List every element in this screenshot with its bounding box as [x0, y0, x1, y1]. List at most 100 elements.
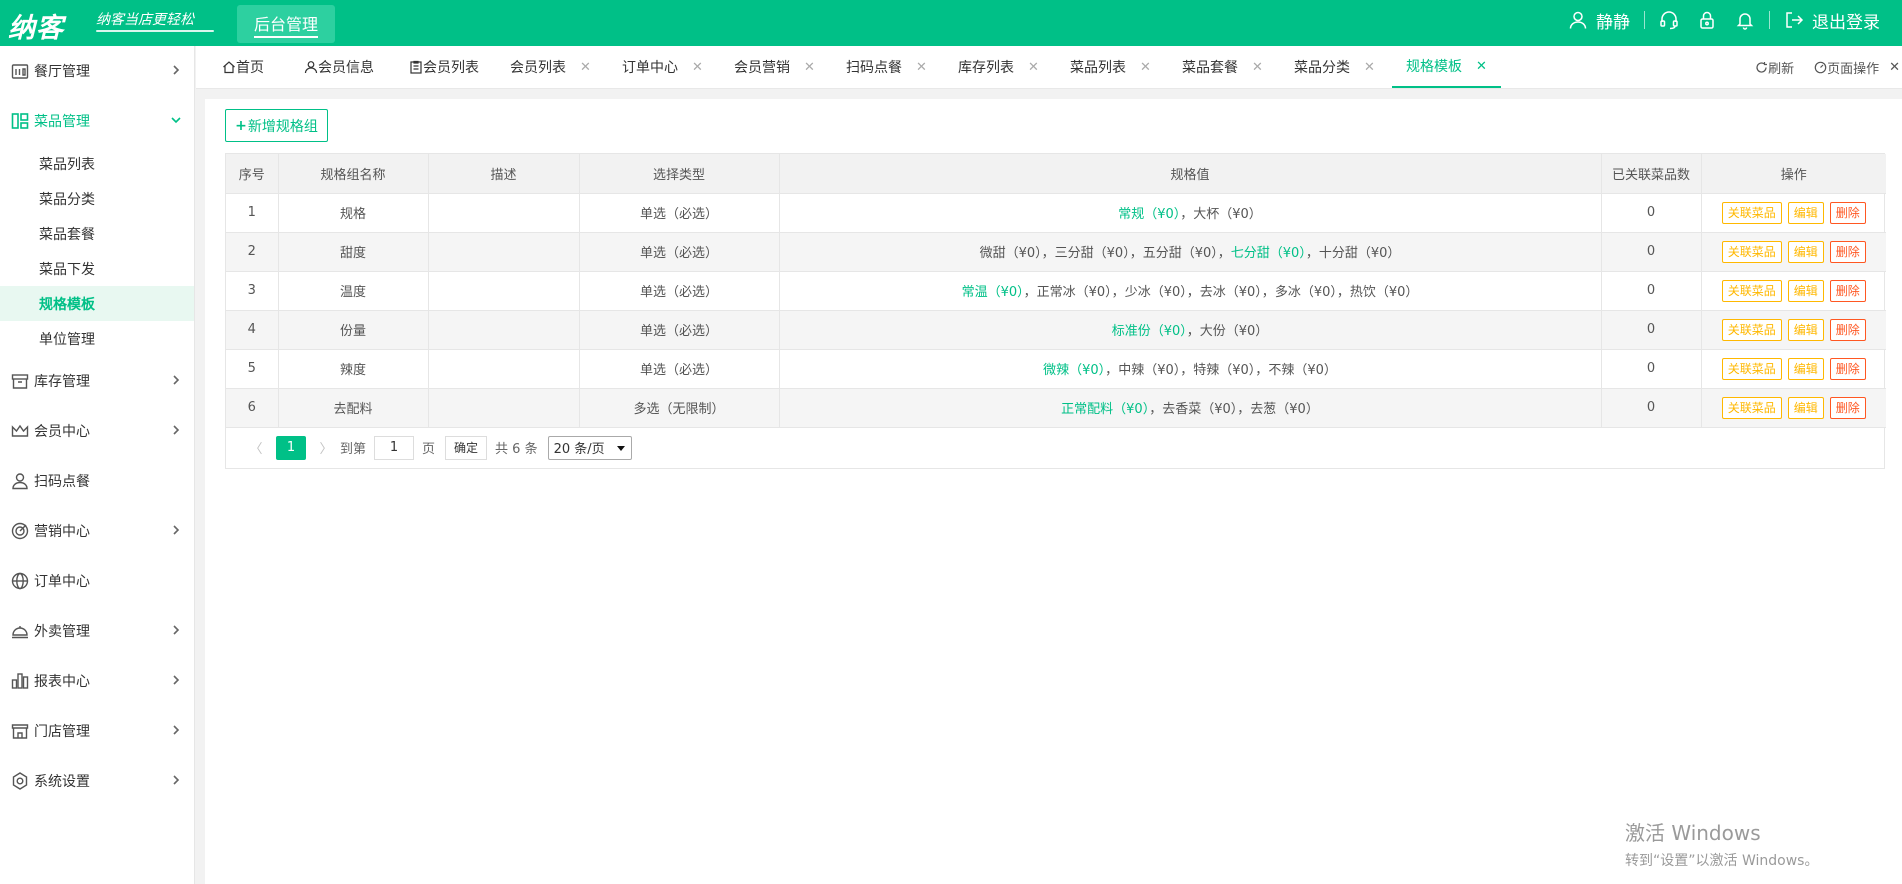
delete-button[interactable]: 删除: [1829, 279, 1866, 302]
target-icon: [10, 521, 30, 541]
delete-button[interactable]: 删除: [1829, 357, 1866, 380]
cell-no: 4: [226, 310, 279, 350]
module-tab-admin[interactable]: 后台管理: [237, 5, 335, 43]
edit-button[interactable]: 编辑: [1787, 201, 1824, 224]
cell-name: 去配料: [278, 388, 429, 428]
delete-button[interactable]: 删除: [1829, 240, 1866, 263]
page-ops-button[interactable]: 页面操作: [1814, 58, 1879, 77]
sidebar-item-label: 菜品管理: [34, 114, 90, 130]
spec-value-default: 常规（¥0）: [1118, 207, 1181, 222]
close-icon[interactable]: ✕: [580, 60, 591, 75]
brand-logo[interactable]: 纳客: [8, 6, 64, 45]
tab-dish-list[interactable]: 菜品列表 ✕: [1070, 46, 1151, 88]
close-icon[interactable]: ✕: [1252, 60, 1263, 75]
sidebar-item-dishes[interactable]: 菜品管理: [0, 96, 194, 146]
cell-linked-count: 0: [1601, 232, 1702, 272]
delete-button[interactable]: 删除: [1829, 201, 1866, 224]
sidebar-subitem-spec-template[interactable]: 规格模板: [0, 286, 194, 321]
close-icon[interactable]: ✕: [1476, 59, 1487, 74]
cell-name: 份量: [278, 310, 429, 350]
value-separator: ，: [1336, 285, 1350, 300]
close-icon[interactable]: ✕: [1140, 60, 1151, 75]
link-dishes-button[interactable]: 关联菜品: [1721, 396, 1782, 419]
tab-member-list-2[interactable]: 会员列表 ✕: [510, 46, 591, 88]
sidebar-item-marketing[interactable]: 营销中心: [0, 506, 194, 556]
tab-dish-combo[interactable]: 菜品套餐 ✕: [1182, 46, 1263, 88]
sidebar-subitem-dish-distribute[interactable]: 菜品下发: [0, 251, 194, 286]
tab-member-marketing[interactable]: 会员营销 ✕: [734, 46, 815, 88]
watermark-subtitle: 转到“设置”以激活 Windows。: [1625, 853, 1819, 869]
tab-dish-category[interactable]: 菜品分类 ✕: [1294, 46, 1375, 88]
link-dishes-button[interactable]: 关联菜品: [1721, 357, 1782, 380]
tab-label: 会员营销: [734, 60, 790, 76]
sidebar-item-members[interactable]: 会员中心: [0, 406, 194, 456]
edit-button[interactable]: 编辑: [1787, 318, 1824, 341]
prev-page-icon[interactable]: 〈: [242, 438, 270, 457]
spec-value: 大杯（¥0）: [1193, 207, 1262, 222]
close-icon[interactable]: ✕: [1028, 60, 1039, 75]
tab-label: 库存列表: [958, 60, 1014, 76]
tab-home[interactable]: 首页: [222, 46, 264, 88]
logout-button[interactable]: 退出登录: [1784, 8, 1880, 33]
sidebar-item-settings[interactable]: 系统设置: [0, 756, 194, 806]
link-dishes-button[interactable]: 关联菜品: [1721, 279, 1782, 302]
delete-button[interactable]: 删除: [1829, 396, 1866, 419]
page-size-select[interactable]: 20 条/页: [547, 435, 632, 460]
tab-order-center[interactable]: 订单中心 ✕: [622, 46, 703, 88]
tab-spec-template[interactable]: 规格模板 ✕: [1392, 46, 1501, 88]
cell-type: 多选（无限制）: [579, 388, 780, 428]
add-spec-group-button[interactable]: + 新增规格组: [225, 109, 328, 142]
goto-confirm-button[interactable]: 确定: [445, 435, 488, 460]
link-dishes-button[interactable]: 关联菜品: [1721, 318, 1782, 341]
refresh-button[interactable]: 刷新: [1755, 58, 1794, 77]
cell-linked-count: 0: [1601, 388, 1702, 428]
sidebar-item-delivery[interactable]: 外卖管理: [0, 606, 194, 656]
close-icon[interactable]: ✕: [804, 60, 815, 75]
edit-button[interactable]: 编辑: [1787, 357, 1824, 380]
headset-icon[interactable]: [1659, 10, 1679, 30]
cell-spec-values: 常规（¥0），大杯（¥0）: [779, 193, 1602, 233]
top-right-toolbar: 静静 退出登录: [1568, 0, 1880, 40]
table-header-row: 序号 规格组名称 描述 选择类型 规格值 已关联菜品数 操作: [226, 154, 1886, 194]
sidebar-subitem-dish-combo[interactable]: 菜品套餐: [0, 216, 194, 251]
tab-label: 会员列表: [423, 60, 479, 76]
edit-button[interactable]: 编辑: [1787, 396, 1824, 419]
tab-inventory-list[interactable]: 库存列表 ✕: [958, 46, 1039, 88]
bell-icon[interactable]: [1735, 10, 1755, 30]
sidebar-subitem-dish-list[interactable]: 菜品列表: [0, 146, 194, 181]
col-header-count: 已关联菜品数: [1601, 154, 1702, 194]
tab-member-info[interactable]: 会员信息: [304, 46, 374, 88]
goto-page-input[interactable]: 1: [374, 435, 415, 460]
edit-button[interactable]: 编辑: [1787, 279, 1824, 302]
sidebar-item-reports[interactable]: 报表中心: [0, 656, 194, 706]
sidebar-subitem-dish-category[interactable]: 菜品分类: [0, 181, 194, 216]
table-row: 6 去配料 多选（无限制） 正常配料（¥0），去香菜（¥0），去葱（¥0） 0 关联菜品编…: [226, 388, 1886, 428]
cell-actions: 关联菜品 编辑 删除: [1701, 349, 1886, 389]
sidebar-subitem-unit[interactable]: 单位管理: [0, 321, 194, 356]
edit-button[interactable]: 编辑: [1787, 240, 1824, 263]
close-icon[interactable]: ✕: [1364, 60, 1375, 75]
sidebar-item-orders[interactable]: 订单中心: [0, 556, 194, 606]
tab-scan-order[interactable]: 扫码点餐 ✕: [846, 46, 927, 88]
next-page-icon[interactable]: 〉: [312, 438, 340, 457]
tab-tools: 刷新 页面操作 ✕: [1755, 46, 1902, 88]
link-dishes-button[interactable]: 关联菜品: [1721, 240, 1782, 263]
sidebar-item-restaurant[interactable]: 餐厅管理: [0, 46, 194, 96]
page-current[interactable]: 1: [276, 435, 306, 460]
slogan-underline: [96, 30, 214, 32]
total-count: 共 6 条: [495, 442, 538, 457]
sidebar-item-scan-order[interactable]: 扫码点餐: [0, 456, 194, 506]
user-menu[interactable]: 静静: [1568, 8, 1630, 33]
tab-member-list[interactable]: 会员列表: [409, 46, 479, 88]
close-icon[interactable]: ✕: [692, 60, 703, 75]
pagination: 〈 1 〉 到第 1 页 确定 共 6 条 20 条/页: [226, 428, 1884, 468]
close-icon[interactable]: ✕: [1889, 60, 1900, 75]
spec-value-default: 微辣（¥0）: [1043, 363, 1106, 378]
lock-icon[interactable]: [1697, 10, 1717, 30]
close-icon[interactable]: ✕: [916, 60, 927, 75]
link-dishes-button[interactable]: 关联菜品: [1721, 201, 1782, 224]
sidebar-item-inventory[interactable]: 库存管理: [0, 356, 194, 406]
delete-button[interactable]: 删除: [1829, 318, 1866, 341]
col-header-desc: 描述: [428, 154, 580, 194]
sidebar-item-stores[interactable]: 门店管理: [0, 706, 194, 756]
